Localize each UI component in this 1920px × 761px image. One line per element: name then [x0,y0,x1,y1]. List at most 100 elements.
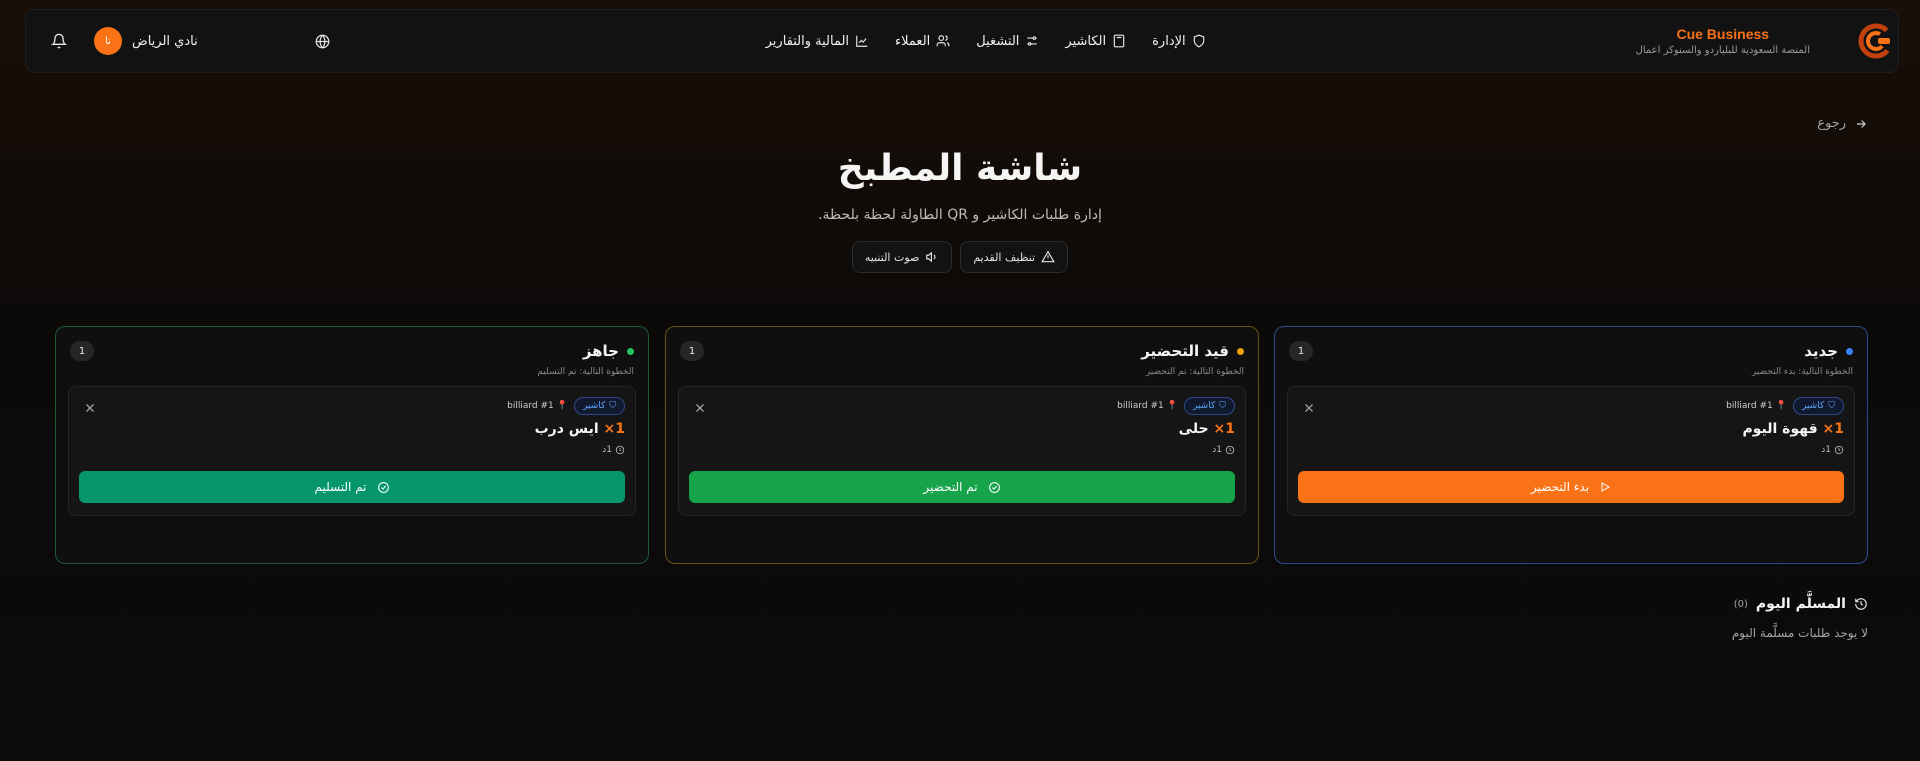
start-preparing-button[interactable]: بدء التحضير [1298,471,1844,503]
order-card: ⛉ كاشير 📍 billiard #1 1× ايس درب 1د تم ا… [68,386,636,516]
column-title-text: قيد التحضير [1141,342,1229,360]
source-badge: ⛉ كاشير [1183,397,1235,415]
order-qty: 1× [1822,421,1844,437]
page-header: شاشة المطبخ إدارة طلبات الكاشير و QR الط… [0,148,1920,273]
nav-finance[interactable]: المالية والتقارير [766,34,869,49]
order-item-name: ايس درب [534,421,599,437]
close-icon [1305,404,1313,412]
clock-icon [615,445,625,455]
shield-icon: ⛉ [1828,401,1835,411]
source-label: كاشير [1192,401,1216,411]
column-title: قيد التحضير [1141,342,1244,360]
order-item-name: قهوة اليوم [1742,421,1818,437]
main-nav: الإدارة الكاشير التشغيل العملاء المالية … [766,34,1206,49]
nav-admin[interactable]: الإدارة [1152,34,1206,49]
pin-icon: 📍 [556,401,568,411]
table-label: billiard #1 [1117,401,1164,411]
status-dot [627,347,634,355]
order-item: 1× حلى [1179,421,1235,437]
delivered-count: (0) [1733,598,1748,610]
clock-icon [1225,445,1235,455]
column-title: جاهز [583,342,634,360]
check-circle-icon [988,481,1000,493]
column-header: جاهز 1 [70,341,634,361]
nav-customers[interactable]: العملاء [895,34,950,49]
order-qty: 1× [603,421,625,437]
mark-delivered-button[interactable]: تم التسليم [79,471,625,503]
source-badge: ⛉ كاشير [1792,397,1844,415]
order-time-value: 1د [1212,445,1222,455]
nav-operations-label: التشغيل [976,33,1020,49]
avatar: نا [94,27,122,55]
arrow-right-icon [1856,119,1866,128]
order-time: 1د [1821,445,1844,455]
order-time: 1د [602,445,625,455]
source-label: كاشير [1801,401,1825,411]
dismiss-order-button[interactable] [691,399,709,417]
nav-cashier-label: الكاشير [1065,33,1107,49]
column-preparing: قيد التحضير 1 الخطوة التالية: تم التحضير… [665,326,1259,564]
clean-old-label: تنظيف القديم [973,250,1036,264]
back-link[interactable]: رجوع [1817,116,1868,131]
order-meta: ⛉ كاشير 📍 billiard #1 [1726,397,1844,415]
language-button[interactable] [310,28,336,54]
table-label: billiard #1 [507,401,554,411]
order-card: ⛉ كاشير 📍 billiard #1 1× قهوة اليوم 1د ب… [1287,386,1855,516]
column-header: جديد 1 [1289,341,1853,361]
header-tools: نا نادي الرياض [46,27,336,55]
logo-icon [1854,19,1898,63]
column-new: جديد 1 الخطوة التالية: بدء التحضير ⛉ كاش… [1274,326,1868,564]
shield-icon: ⛉ [1219,401,1226,411]
dismiss-order-button[interactable] [1300,399,1318,417]
warning-icon [1041,250,1055,263]
nav-customers-label: العملاء [895,33,931,49]
nav-finance-label: المالية والتقارير [765,33,850,49]
shield-icon: ⛉ [609,401,616,411]
mark-prepared-button[interactable]: تم التحضير [689,471,1235,503]
order-item-name: حلى [1178,421,1209,437]
dismiss-order-button[interactable] [81,399,99,417]
users-icon [936,35,950,47]
column-next-step: الخطوة التالية: تم التسليم [537,367,634,377]
page-subtitle: إدارة طلبات الكاشير و QR الطاولة لحظة بل… [818,207,1102,223]
close-icon [86,404,94,412]
pin-icon: 📍 [1775,401,1787,411]
column-count-badge: 1 [680,341,704,361]
brand-subtitle: المنصة السعودية للبلياردو والسنوكر اعمال [1635,45,1810,56]
nav-operations[interactable]: التشغيل [976,34,1039,49]
column-count-badge: 1 [1289,341,1313,361]
delivered-empty-text: لا يوجد طلبات مسلَّمة اليوم [1731,626,1868,640]
delivered-title: المسلَّم اليوم [1755,596,1846,612]
order-time-value: 1د [602,445,612,455]
table-label: billiard #1 [1726,401,1773,411]
nav-cashier[interactable]: الكاشير [1065,34,1126,49]
history-icon [1855,598,1867,610]
column-next-step: الخطوة التالية: تم التحضير [1145,367,1244,377]
clock-icon [1834,445,1844,455]
clean-old-button[interactable]: تنظيف القديم [960,241,1069,273]
delivered-header: المسلَّم اليوم (0) [1732,596,1868,612]
start-preparing-label: بدء التحضير [1530,480,1590,494]
column-header: قيد التحضير 1 [680,341,1244,361]
status-dot [1237,347,1244,355]
order-time-value: 1د [1821,445,1831,455]
globe-icon [315,34,330,49]
page-title: شاشة المطبخ [837,148,1083,189]
column-title-text: جديد [1804,342,1838,360]
order-card: ⛉ كاشير 📍 billiard #1 1× حلى 1د تم التحض… [678,386,1246,516]
shield-icon [1193,34,1204,48]
top-navbar: نا نادي الرياض الإدارة الكاشير التشغيل ا… [25,9,1899,73]
user-menu[interactable]: نا نادي الرياض [94,27,198,55]
column-ready: جاهز 1 الخطوة التالية: تم التسليم ⛉ كاشي… [55,326,649,564]
chart-icon [856,35,868,47]
table-reference: 📍 billiard #1 [1117,401,1178,411]
source-label: كاشير [582,401,606,411]
pin-icon: 📍 [1166,401,1178,411]
order-item: 1× ايس درب [535,421,625,437]
mark-delivered-label: تم التسليم [314,480,367,494]
notifications-button[interactable] [46,28,72,54]
alert-sound-button[interactable]: صوت التنبيه [851,241,953,273]
back-label: رجوع [1817,116,1846,131]
brand[interactable]: Cue Business المنصة السعودية للبلياردو و… [1636,19,1898,63]
table-reference: 📍 billiard #1 [507,401,568,411]
